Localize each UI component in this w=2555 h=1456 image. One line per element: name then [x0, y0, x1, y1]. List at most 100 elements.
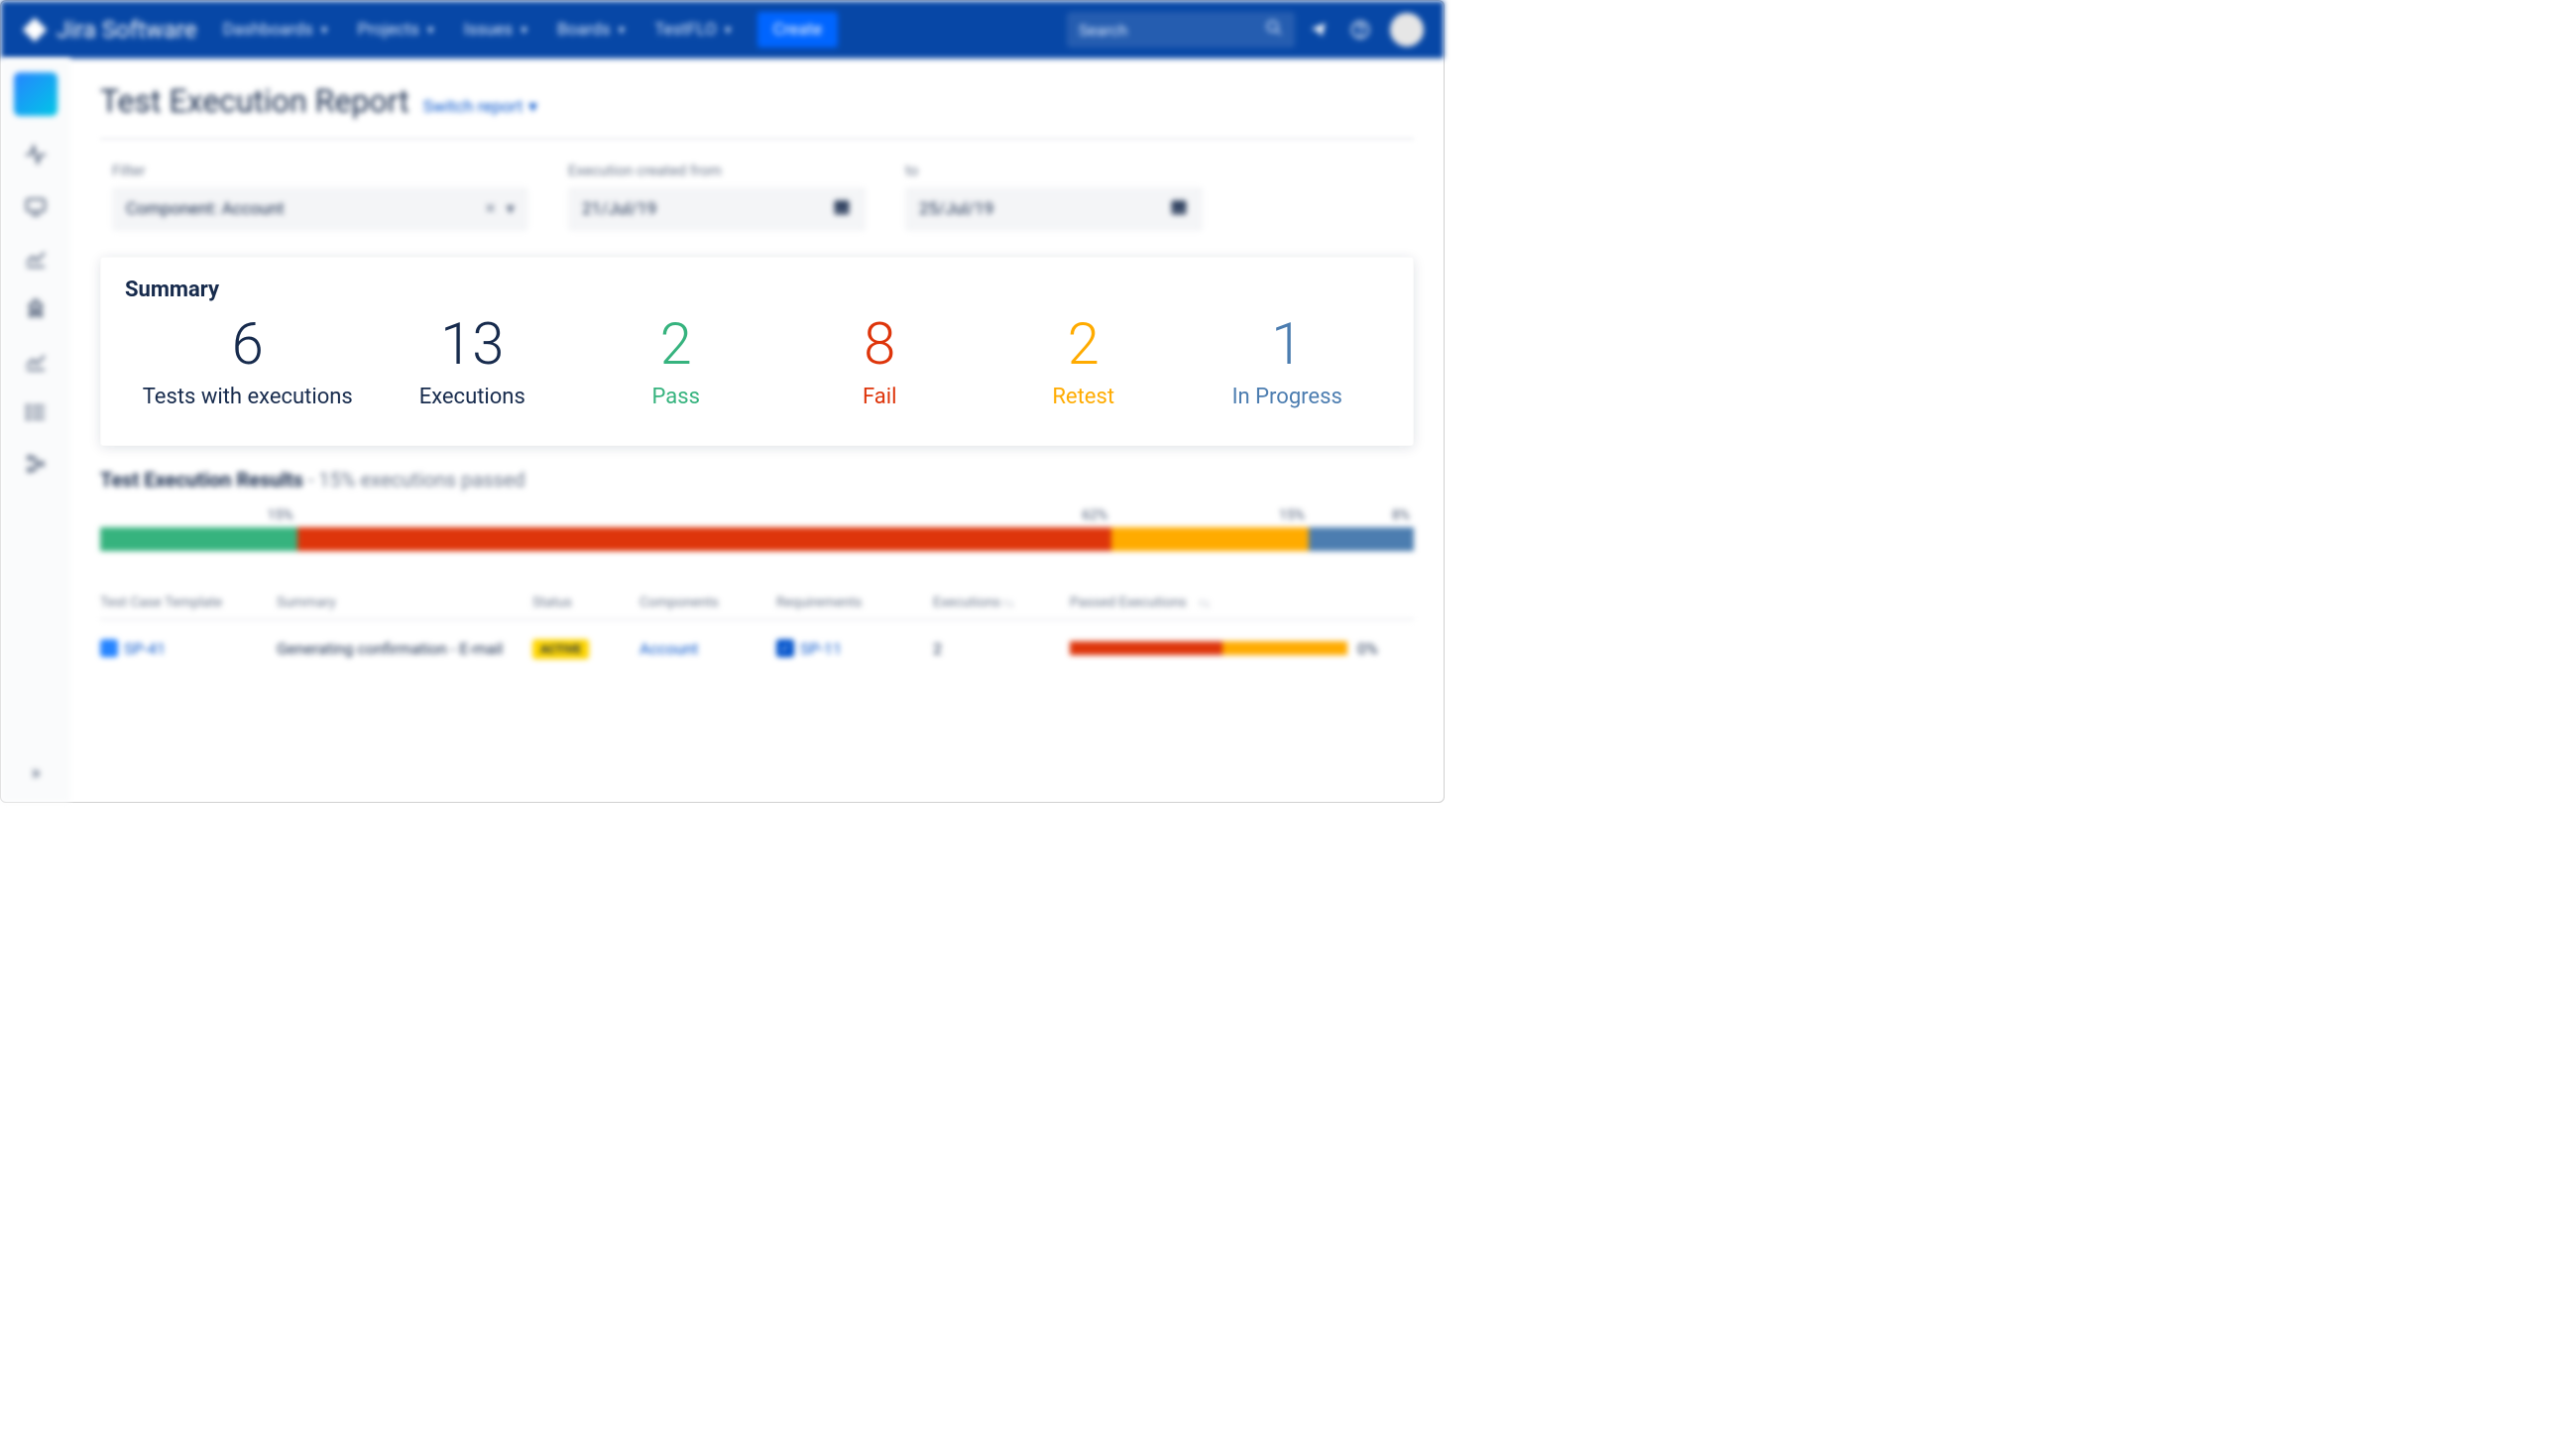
- bar-segment: [1309, 527, 1414, 551]
- stat-value: 13: [440, 316, 504, 374]
- monitor-icon[interactable]: [23, 193, 49, 219]
- results-title: Test Execution Results - 15% executions …: [100, 468, 1414, 492]
- chevron-down-icon: ▼: [319, 24, 330, 37]
- bar-segment: [297, 527, 1112, 551]
- th-status[interactable]: Status: [532, 595, 632, 611]
- page-title: Test Execution Report: [100, 82, 409, 120]
- th-components[interactable]: Components: [639, 595, 768, 611]
- list-icon[interactable]: [23, 399, 49, 425]
- to-date-field[interactable]: 25/Jul/19: [905, 187, 1203, 231]
- create-button[interactable]: Create: [757, 12, 839, 48]
- summary-stat: 1 In Progress: [1203, 316, 1371, 411]
- help-icon[interactable]: [1342, 12, 1378, 48]
- menu-projects[interactable]: Projects▼: [358, 20, 436, 40]
- sort-icon: ↑↓: [1199, 596, 1211, 610]
- tree-icon[interactable]: [23, 451, 49, 477]
- filter-value: Component: Account: [126, 199, 285, 219]
- stat-label: Pass: [652, 384, 700, 411]
- filter-bar: Filter Component: Account ✕ ▾ Execution …: [112, 162, 1414, 231]
- stat-value: 8: [864, 316, 895, 374]
- stat-value: 1: [1271, 316, 1303, 374]
- switch-report-link[interactable]: Switch report▾: [423, 97, 537, 117]
- results-table: Test Case Template Summary Status Compon…: [100, 587, 1414, 677]
- menu-testflo[interactable]: TestFLO▼: [654, 20, 733, 40]
- th-summary[interactable]: Summary: [277, 595, 524, 611]
- executions-count: 2: [933, 639, 1062, 658]
- user-avatar[interactable]: [1390, 13, 1424, 47]
- menu-issues[interactable]: Issues▼: [464, 20, 529, 40]
- main-content: Test Execution Report Switch report▾ Fil…: [70, 58, 1444, 802]
- stat-label: Retest: [1052, 384, 1114, 411]
- top-navigation: Jira Software Dashboards▼ Projects▼ Issu…: [1, 1, 1444, 58]
- search-icon: [1265, 19, 1283, 41]
- passed-pct: 0%: [1357, 639, 1378, 658]
- chart-icon[interactable]: [23, 245, 49, 271]
- chevron-down-icon: ▾: [506, 199, 515, 219]
- from-date-label: Execution created from: [568, 162, 866, 179]
- requirement-link[interactable]: ✓SP-11: [776, 639, 925, 658]
- activity-icon[interactable]: [23, 142, 49, 168]
- results-section: Test Execution Results - 15% executions …: [100, 468, 1414, 677]
- stat-label: In Progress: [1232, 384, 1342, 411]
- filter-label: Filter: [112, 162, 528, 179]
- component-link[interactable]: Account: [639, 639, 768, 658]
- stat-value: 2: [660, 316, 692, 374]
- summary-stat: 8 Fail: [795, 316, 964, 411]
- passed-executions-bar: [1070, 641, 1347, 655]
- left-sidebar: »: [1, 58, 70, 802]
- chevron-down-icon: ▼: [723, 24, 734, 37]
- bar-segment: [1111, 527, 1309, 551]
- expand-sidebar-icon[interactable]: »: [31, 760, 40, 784]
- divider: [100, 138, 1414, 140]
- clear-filter-icon[interactable]: ✕: [485, 201, 497, 217]
- menu-dashboards[interactable]: Dashboards▼: [223, 20, 330, 40]
- bar-segment-label: 62%: [297, 507, 1112, 523]
- stat-label: Fail: [863, 384, 896, 411]
- bar-segment-label: 8%: [1309, 507, 1414, 523]
- calendar-icon: [832, 196, 852, 223]
- to-date-value: 25/Jul/19: [919, 199, 993, 219]
- summary-stat: 2 Pass: [592, 316, 760, 411]
- stat-label: Tests with executions: [143, 384, 353, 411]
- bar-segment-label: 15%: [1111, 507, 1309, 523]
- status-badge: ACTIVE: [532, 639, 589, 659]
- sort-icon: ↑↓: [1002, 596, 1014, 610]
- summary-stats: 6 Tests with executions 13 Executions 2 Pass 8…: [125, 312, 1389, 411]
- check-icon: ✓: [776, 639, 794, 657]
- calendar-icon: [1169, 196, 1189, 223]
- progress-bar-labels: 15%62%15%8%: [100, 507, 1414, 523]
- th-test-case-template[interactable]: Test Case Template: [100, 595, 269, 611]
- table-header: Test Case Template Summary Status Compon…: [100, 587, 1414, 620]
- from-date-field[interactable]: 21/Jul/19: [568, 187, 866, 231]
- global-search[interactable]: Search: [1067, 12, 1295, 48]
- app-icon[interactable]: [14, 72, 58, 116]
- to-date-label: to: [905, 162, 1203, 179]
- summary-heading: Summary: [125, 278, 1389, 302]
- table-row: SP-41 Generating confirmation - E-mail ACT…: [100, 620, 1414, 677]
- stat-label: Executions: [419, 384, 525, 411]
- progress-bar: [100, 527, 1414, 551]
- stat-value: 2: [1068, 316, 1100, 374]
- row-summary: Generating confirmation - E-mail: [277, 639, 524, 658]
- addon-icon[interactable]: [23, 296, 49, 322]
- chevron-down-icon: ▼: [616, 24, 627, 37]
- search-placeholder: Search: [1079, 21, 1127, 40]
- th-executions[interactable]: Executions↑↓: [933, 595, 1062, 611]
- bar-segment: [100, 527, 297, 551]
- chart-icon-2[interactable]: [23, 348, 49, 374]
- bar-segment-label: 15%: [100, 507, 297, 523]
- th-passed-executions[interactable]: Passed Executions↑↓: [1070, 595, 1414, 611]
- test-case-link[interactable]: SP-41: [100, 639, 269, 658]
- summary-card: Summary 6 Tests with executions 13 Executio…: [100, 257, 1414, 446]
- feedback-icon[interactable]: [1301, 12, 1336, 48]
- summary-stat: 2 Retest: [999, 316, 1168, 411]
- th-requirements[interactable]: Requirements: [776, 595, 925, 611]
- jira-icon: [21, 16, 49, 44]
- from-date-value: 21/Jul/19: [582, 199, 656, 219]
- stat-value: 6: [232, 316, 264, 374]
- jira-logo[interactable]: Jira Software: [21, 16, 197, 44]
- filter-select[interactable]: Component: Account ✕ ▾: [112, 187, 528, 231]
- summary-stat: 13 Executions: [388, 316, 556, 411]
- chevron-down-icon: ▼: [519, 24, 529, 37]
- menu-boards[interactable]: Boards▼: [557, 20, 627, 40]
